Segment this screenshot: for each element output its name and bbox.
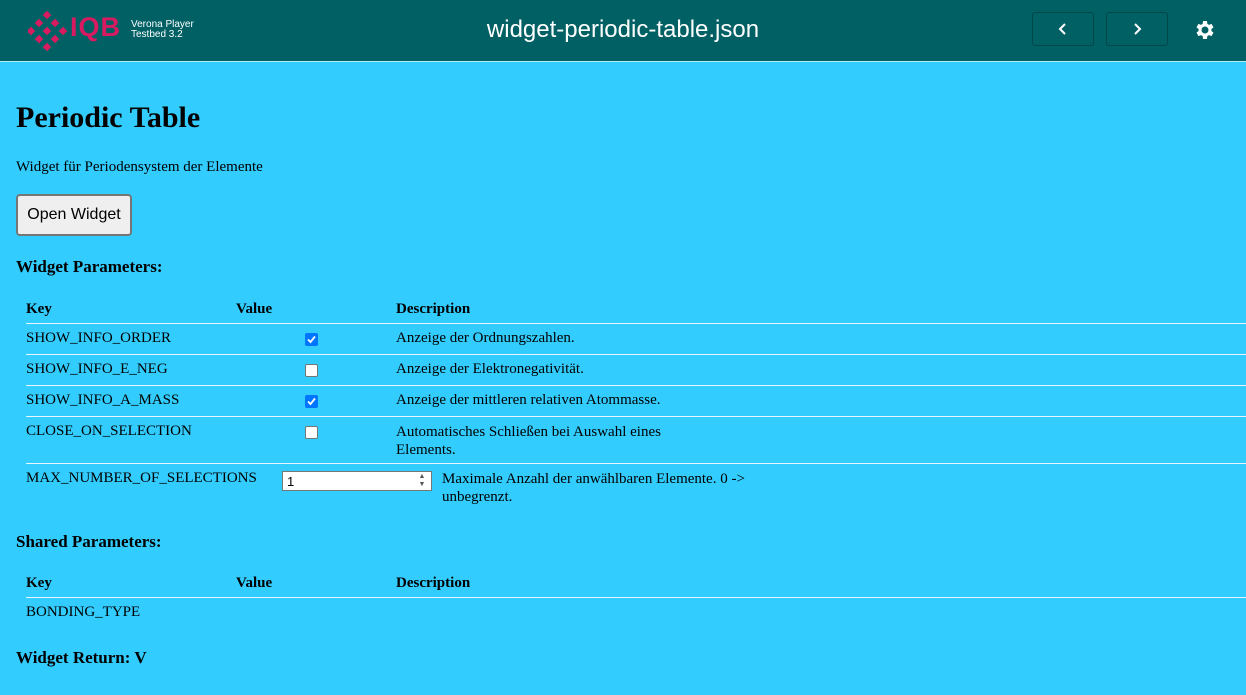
- close-on-selection-checkbox[interactable]: [305, 426, 318, 439]
- param-key: MAX_NUMBER_OF_SELECTIONS: [26, 470, 257, 486]
- param-description-line-2: Elements.: [396, 442, 456, 458]
- show-info-order-checkbox[interactable]: [305, 333, 318, 346]
- param-description: Anzeige der Elektronegativität.: [396, 361, 584, 377]
- iqb-logo-icon: [28, 11, 68, 51]
- column-header-key: Key: [26, 301, 52, 317]
- table-row: BONDING_TYPE: [26, 604, 1246, 626]
- param-key: SHOW_INFO_A_MASS: [26, 392, 180, 408]
- checkmark-icon: [307, 335, 316, 344]
- param-key: CLOSE_ON_SELECTION: [26, 423, 192, 439]
- next-button[interactable]: [1106, 12, 1168, 46]
- page-description: Widget für Periodensystem der Elemente: [16, 159, 263, 175]
- max-selections-input[interactable]: 1 ▲ ▼: [282, 471, 432, 491]
- stepper-arrows-icon[interactable]: ▲ ▼: [416, 473, 428, 489]
- column-header-value: Value: [236, 301, 273, 317]
- column-header-description: Description: [396, 301, 471, 317]
- param-description-line-1: Maximale Anzahl der anwählbaren Elemente…: [442, 471, 745, 487]
- shared-parameters-heading: Shared Parameters:: [16, 532, 162, 551]
- widget-params-header-row: Key Value Description: [26, 301, 1246, 324]
- param-description-line-2: unbegrenzt.: [442, 489, 513, 505]
- chevron-left-icon: [1058, 23, 1066, 35]
- logo-text: IQB: [70, 12, 122, 42]
- show-info-a-mass-checkbox[interactable]: [305, 395, 318, 408]
- previous-button[interactable]: [1032, 12, 1094, 46]
- table-row: MAX_NUMBER_OF_SELECTIONS 1 ▲ ▼ Maximale A…: [26, 470, 1246, 510]
- table-row: SHOW_INFO_A_MASS Anzeige der mittleren r…: [26, 392, 1246, 417]
- param-description-line-1: Automatisches Schließen bei Auswahl eine…: [396, 424, 661, 440]
- param-description: Anzeige der Ordnungszahlen.: [396, 330, 575, 346]
- brand-label: Verona Player Testbed 3.2: [131, 20, 194, 40]
- param-description: Anzeige der mittleren relativen Atommass…: [396, 392, 661, 408]
- param-description: Automatisches Schließen bei Auswahl eine…: [396, 423, 661, 459]
- widget-return-heading: Widget Return: V: [16, 648, 147, 667]
- column-header-value: Value: [236, 575, 273, 591]
- table-row: CLOSE_ON_SELECTION Automatisches Schließ…: [26, 423, 1246, 464]
- open-widget-button[interactable]: Open Widget: [16, 194, 132, 236]
- page-title: Periodic Table: [16, 101, 201, 134]
- shared-params-header-row: Key Value Description: [26, 575, 1246, 598]
- show-info-e-neg-checkbox[interactable]: [305, 364, 318, 377]
- max-selections-value: 1: [287, 474, 295, 489]
- chevron-right-icon: [1134, 23, 1142, 35]
- brand-line-2: Testbed 3.2: [131, 29, 183, 40]
- param-key: BONDING_TYPE: [26, 604, 141, 620]
- column-header-key: Key: [26, 575, 52, 591]
- checkmark-icon: [307, 397, 316, 406]
- top-bar: IQB Verona Player Testbed 3.2 widget-per…: [0, 0, 1246, 62]
- param-description: Maximale Anzahl der anwählbaren Elemente…: [442, 470, 745, 506]
- param-key: SHOW_INFO_E_NEG: [26, 361, 168, 377]
- table-row: SHOW_INFO_E_NEG Anzeige der Elektronegat…: [26, 361, 1246, 386]
- widget-parameters-heading: Widget Parameters:: [16, 257, 163, 276]
- column-header-description: Description: [396, 575, 471, 591]
- gear-icon[interactable]: [1192, 18, 1216, 42]
- param-key: SHOW_INFO_ORDER: [26, 330, 172, 346]
- table-row: SHOW_INFO_ORDER Anzeige der Ordnungszahl…: [26, 330, 1246, 355]
